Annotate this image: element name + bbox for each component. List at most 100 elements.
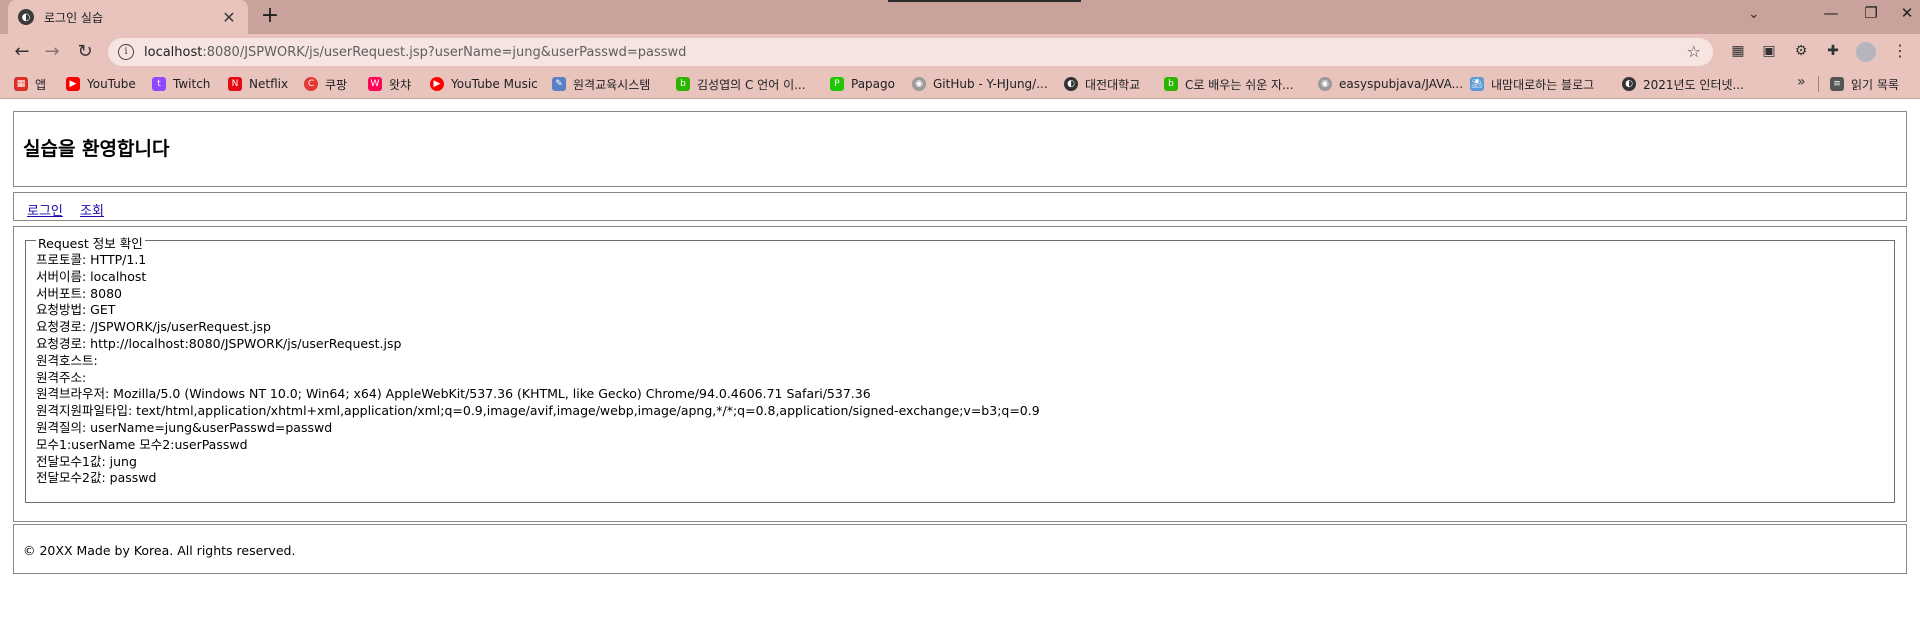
login-link[interactable]: 로그인 bbox=[27, 200, 63, 219]
reading-list[interactable]: ≡ 읽기 목록 bbox=[1830, 75, 1899, 93]
bookmark-papago[interactable]: P Papago bbox=[830, 75, 895, 93]
bookmark-label: 대전대학교 bbox=[1085, 77, 1141, 92]
bookmark-label: 내맘대로하는 블로그 bbox=[1491, 77, 1595, 92]
info-param-names: 모수1:userName 모수2:userPasswd bbox=[36, 436, 248, 452]
browser-toolbar: ← → ↻ i localhost:8080/JSPWORK/js/userRe… bbox=[0, 34, 1920, 70]
youtube-icon: ▶ bbox=[66, 77, 80, 91]
info-method: 요청방법: GET bbox=[36, 302, 116, 318]
apps-icon: ▦ bbox=[14, 77, 28, 91]
info-user-agent: 원격브라우저: Mozilla/5.0 (Windows NT 10.0; Wi… bbox=[36, 386, 871, 402]
bookmark-label: 앱 bbox=[35, 77, 47, 92]
bookmark-label: 2021년도 인터넷... bbox=[1643, 77, 1744, 92]
picture-in-picture-icon[interactable]: ▣ bbox=[1760, 43, 1778, 61]
bookmark-label: Netflix bbox=[249, 77, 289, 91]
bookmark-watcha[interactable]: W 왓챠 bbox=[368, 75, 411, 93]
puzzle-icon[interactable]: ✚ bbox=[1824, 43, 1842, 61]
more-menu-icon[interactable]: ⋮ bbox=[1892, 41, 1908, 60]
twitch-icon: t bbox=[152, 77, 166, 91]
papago-icon: P bbox=[830, 77, 844, 91]
bookmark-github-2[interactable]: ◉ easyspubjava/JAVA... bbox=[1318, 75, 1463, 93]
info-icon[interactable]: i bbox=[118, 44, 134, 60]
info-remote-host: 원격호스트: bbox=[36, 352, 98, 368]
info-server-name: 서버이름: localhost bbox=[36, 268, 147, 284]
bookmark-twitch[interactable]: t Twitch bbox=[152, 75, 210, 93]
back-icon[interactable]: ← bbox=[10, 41, 34, 62]
bookmark-youtube[interactable]: ▶ YouTube bbox=[66, 75, 136, 93]
bookmark-separator bbox=[1818, 76, 1819, 92]
bookmark-label: 왓챠 bbox=[389, 77, 412, 92]
bookmark-coupang[interactable]: C 쿠팡 bbox=[304, 75, 347, 93]
coupang-icon: C bbox=[304, 77, 318, 91]
bookmark-label: 김성엽의 C 언어 이... bbox=[697, 77, 806, 92]
close-icon[interactable]: ✕ bbox=[220, 8, 238, 27]
request-info-list: 프로토콜: HTTP/1.1 서버이름: localhost 서버포트: 808… bbox=[36, 252, 1040, 487]
info-request-uri: 요청경로: /JSPWORK/js/userRequest.jsp bbox=[36, 319, 271, 335]
bookmark-label: GitHub - Y-HJung/... bbox=[933, 77, 1048, 91]
new-tab-button[interactable]: + bbox=[258, 5, 282, 29]
page-title: 실습을 환영합니다 bbox=[23, 138, 170, 160]
chevron-down-icon[interactable]: ⌄ bbox=[1748, 6, 1760, 22]
bookmark-label: Twitch bbox=[173, 77, 211, 91]
edit-icon: ✎ bbox=[552, 77, 566, 91]
gear-icon[interactable]: ⚙ bbox=[1792, 43, 1810, 61]
address-bar[interactable]: i localhost:8080/JSPWORK/js/userRequest.… bbox=[108, 38, 1713, 66]
forward-icon[interactable]: → bbox=[40, 41, 64, 62]
globe-icon: ◐ bbox=[1064, 77, 1078, 91]
bookmark-label: 쿠팡 bbox=[325, 77, 348, 92]
globe-icon: ◐ bbox=[1622, 77, 1636, 91]
youtube-music-icon: ▶ bbox=[430, 77, 444, 91]
avatar[interactable] bbox=[1856, 42, 1876, 62]
bookmark-label: 원격교육시스템 bbox=[573, 77, 651, 92]
tab-strip-indicator bbox=[888, 0, 1081, 2]
bookmark-label: YouTube Music bbox=[451, 77, 538, 91]
bookmark-c-easy[interactable]: b C로 배우는 쉬운 자... bbox=[1164, 75, 1294, 93]
tistory-icon: ⛱ bbox=[1470, 77, 1484, 91]
bookmark-daejeon-univ[interactable]: ◐ 대전대학교 bbox=[1064, 75, 1140, 93]
netflix-icon: N bbox=[228, 77, 242, 91]
star-icon[interactable]: ☆ bbox=[1687, 42, 1701, 61]
blog-icon: b bbox=[676, 77, 690, 91]
content-section: Request 정보 확인 프로토콜: HTTP/1.1 서버이름: local… bbox=[13, 226, 1907, 522]
bookmark-github-1[interactable]: ◉ GitHub - Y-HJung/... bbox=[912, 75, 1048, 93]
bookmark-label: Papago bbox=[851, 77, 895, 91]
info-accept: 원격지원파일타입: text/html,application/xhtml+xm… bbox=[36, 403, 1040, 419]
info-query-string: 원격질의: userName=jung&userPasswd=passwd bbox=[36, 419, 333, 435]
bookmark-remote-edu[interactable]: ✎ 원격교육시스템 bbox=[552, 75, 650, 93]
url-host: localhost bbox=[144, 44, 203, 60]
github-icon: ◉ bbox=[1318, 77, 1332, 91]
bookmark-label: YouTube bbox=[87, 77, 136, 91]
request-info-fieldset: Request 정보 확인 프로토콜: HTTP/1.1 서버이름: local… bbox=[25, 233, 1895, 503]
bookmark-2021-internet[interactable]: ◐ 2021년도 인터넷... bbox=[1622, 75, 1744, 93]
nav-section: 로그인 조회 bbox=[13, 192, 1907, 221]
info-remote-addr: 원격주소: bbox=[36, 369, 87, 385]
reading-list-icon: ≡ bbox=[1830, 77, 1844, 91]
tab-active[interactable]: ◐ 로그인 실습 ✕ bbox=[8, 0, 248, 34]
bookmark-label: C로 배우는 쉬운 자... bbox=[1185, 77, 1294, 92]
bookmark-apps[interactable]: ▦ 앱 bbox=[14, 75, 46, 93]
reload-icon[interactable]: ↻ bbox=[73, 41, 97, 62]
bookmark-my-blog[interactable]: ⛱ 내맘대로하는 블로그 bbox=[1470, 75, 1594, 93]
qr-code-icon[interactable]: ▦ bbox=[1729, 43, 1747, 61]
fieldset-legend: Request 정보 확인 bbox=[36, 233, 145, 252]
bookmark-c-lang[interactable]: b 김성엽의 C 언어 이... bbox=[676, 75, 806, 93]
watcha-icon: W bbox=[368, 77, 382, 91]
page-content: 실습을 환영합니다 로그인 조회 Request 정보 확인 프로토콜: HTT… bbox=[0, 99, 1920, 618]
tab-strip: ◐ 로그인 실습 ✕ + ⌄ — ❐ ✕ bbox=[0, 0, 1920, 34]
view-link[interactable]: 조회 bbox=[80, 200, 104, 219]
bookmark-youtube-music[interactable]: ▶ YouTube Music bbox=[430, 75, 538, 93]
footer-copyright: © 20XX Made by Korea. All rights reserve… bbox=[23, 543, 296, 558]
globe-icon: ◐ bbox=[18, 9, 34, 25]
info-param-1-value: 전달모수1값: jung bbox=[36, 453, 137, 469]
blog-icon: b bbox=[1164, 77, 1178, 91]
tab-title: 로그인 실습 bbox=[44, 10, 104, 25]
footer-section: © 20XX Made by Korea. All rights reserve… bbox=[13, 524, 1907, 574]
info-protocol: 프로토콜: HTTP/1.1 bbox=[36, 252, 147, 267]
bookmark-label: easyspubjava/JAVA... bbox=[1339, 77, 1464, 91]
github-icon: ◉ bbox=[912, 77, 926, 91]
window-close-icon[interactable]: ✕ bbox=[1884, 4, 1920, 22]
url-path: :8080/JSPWORK/js/userRequest.jsp?userNam… bbox=[202, 44, 687, 60]
chevron-right-double-icon[interactable]: » bbox=[1797, 74, 1806, 90]
bookmarks-bar: ▦ 앱 ▶ YouTube t Twitch N Netflix C 쿠팡 W … bbox=[0, 70, 1920, 99]
info-param-2-value: 전달모수2값: passwd bbox=[36, 470, 157, 486]
bookmark-netflix[interactable]: N Netflix bbox=[228, 75, 288, 93]
